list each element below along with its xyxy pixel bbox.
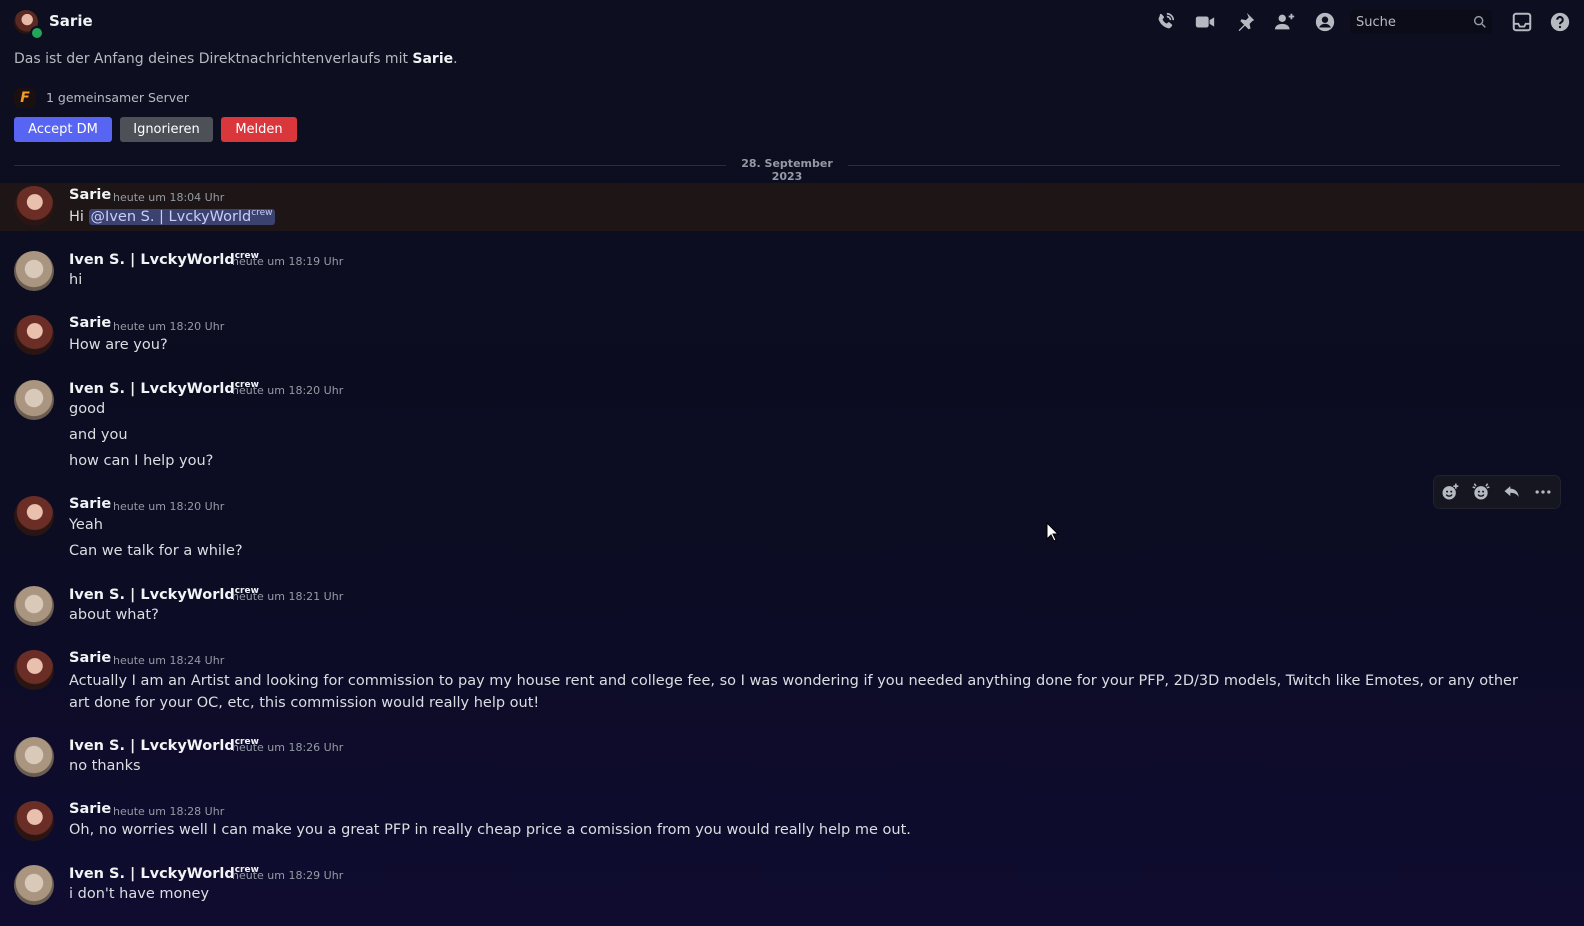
message-timestamp: heute um 18:21 Uhr: [232, 590, 344, 603]
message-timestamp: heute um 18:20 Uhr: [113, 500, 225, 513]
message-timestamp: heute um 18:24 Uhr: [113, 654, 225, 667]
divider: [14, 165, 726, 166]
message-content: good: [69, 401, 106, 417]
channel-header: Sarie: [0, 0, 1584, 44]
message-content: how can I help you?: [69, 453, 214, 469]
mutual-servers-label: 1 gemeinsamer Server: [46, 90, 189, 105]
inbox-icon[interactable]: [1511, 11, 1533, 33]
super-reaction-icon[interactable]: [1471, 482, 1491, 502]
message-timestamp: heute um 18:20 Uhr: [113, 320, 225, 333]
message-content: hi: [69, 272, 83, 288]
message-timestamp: heute um 18:04 Uhr: [113, 191, 225, 204]
more-options-icon[interactable]: [1533, 482, 1553, 502]
voice-call-icon[interactable]: [1154, 11, 1176, 33]
avatar[interactable]: [14, 801, 54, 841]
message-author[interactable]: Sarie: [69, 801, 111, 817]
message-author[interactable]: Sarie: [69, 496, 111, 512]
message-content: no thanks: [69, 758, 141, 774]
server-icon: F: [14, 88, 36, 108]
avatar[interactable]: [14, 251, 54, 291]
avatar[interactable]: [14, 650, 54, 690]
divider: [848, 165, 1560, 166]
reply-icon[interactable]: [1502, 482, 1522, 502]
dm-intro: Das ist der Anfang deines Direktnachrich…: [14, 51, 458, 67]
video-call-icon[interactable]: [1194, 11, 1216, 33]
message-timestamp: heute um 18:26 Uhr: [232, 741, 344, 754]
message-timestamp: heute um 18:29 Uhr: [232, 869, 344, 882]
add-reaction-icon[interactable]: [1440, 482, 1460, 502]
add-friend-icon[interactable]: [1274, 11, 1296, 33]
message-author[interactable]: Iven S. | LvckyWorldcrew: [69, 737, 259, 754]
avatar[interactable]: [14, 586, 54, 626]
date-divider: 28. September 2023: [741, 157, 833, 183]
message-author[interactable]: Sarie: [69, 187, 111, 203]
message-content: and you: [69, 427, 128, 443]
page-title: Sarie: [49, 12, 93, 30]
message-author[interactable]: Iven S. | LvckyWorldcrew: [69, 586, 259, 603]
message-content: Can we talk for a while?: [69, 543, 243, 559]
message-author[interactable]: Iven S. | LvckyWorldcrew: [69, 865, 259, 882]
help-icon[interactable]: [1549, 11, 1571, 33]
user-mention[interactable]: @Iven S. | LvckyWorldcrew: [88, 208, 275, 225]
accept-dm-button[interactable]: Accept DM: [14, 117, 112, 142]
message-content: How are you?: [69, 337, 168, 353]
report-button[interactable]: Melden: [221, 117, 297, 142]
message-content: about what?: [69, 607, 159, 623]
message-hover-toolbar: [1434, 476, 1560, 508]
message-content: Yeah: [69, 517, 103, 533]
search-icon[interactable]: [1472, 14, 1488, 30]
message-timestamp: heute um 18:28 Uhr: [113, 805, 225, 818]
message-content: Oh, no worries well I can make you a gre…: [69, 822, 911, 838]
message-content: Hi @Iven S. | LvckyWorldcrew: [69, 208, 275, 225]
ignore-button[interactable]: Ignorieren: [120, 117, 213, 142]
message-author[interactable]: Sarie: [69, 650, 111, 666]
message-author[interactable]: Sarie: [69, 315, 111, 331]
search-box: [1350, 10, 1492, 34]
message-author[interactable]: Iven S. | LvckyWorldcrew: [69, 251, 259, 268]
intro-username: Sarie: [412, 51, 454, 67]
avatar[interactable]: [14, 315, 54, 355]
message-content: Actually I am an Artist and looking for …: [69, 673, 1518, 711]
avatar[interactable]: [14, 380, 54, 420]
avatar[interactable]: [14, 186, 54, 226]
online-status-icon: [30, 26, 44, 40]
pin-icon[interactable]: [1234, 11, 1256, 33]
message-content: i don't have money: [69, 886, 210, 902]
message-timestamp: heute um 18:19 Uhr: [232, 255, 344, 268]
message-author[interactable]: Iven S. | LvckyWorldcrew: [69, 380, 259, 397]
search-input[interactable]: [1356, 10, 1466, 34]
avatar[interactable]: [14, 737, 54, 777]
message-timestamp: heute um 18:20 Uhr: [232, 384, 344, 397]
mouse-cursor-icon: [1046, 522, 1060, 542]
avatar[interactable]: [14, 865, 54, 905]
user-profile-icon[interactable]: [1314, 11, 1336, 33]
avatar[interactable]: [14, 496, 54, 536]
